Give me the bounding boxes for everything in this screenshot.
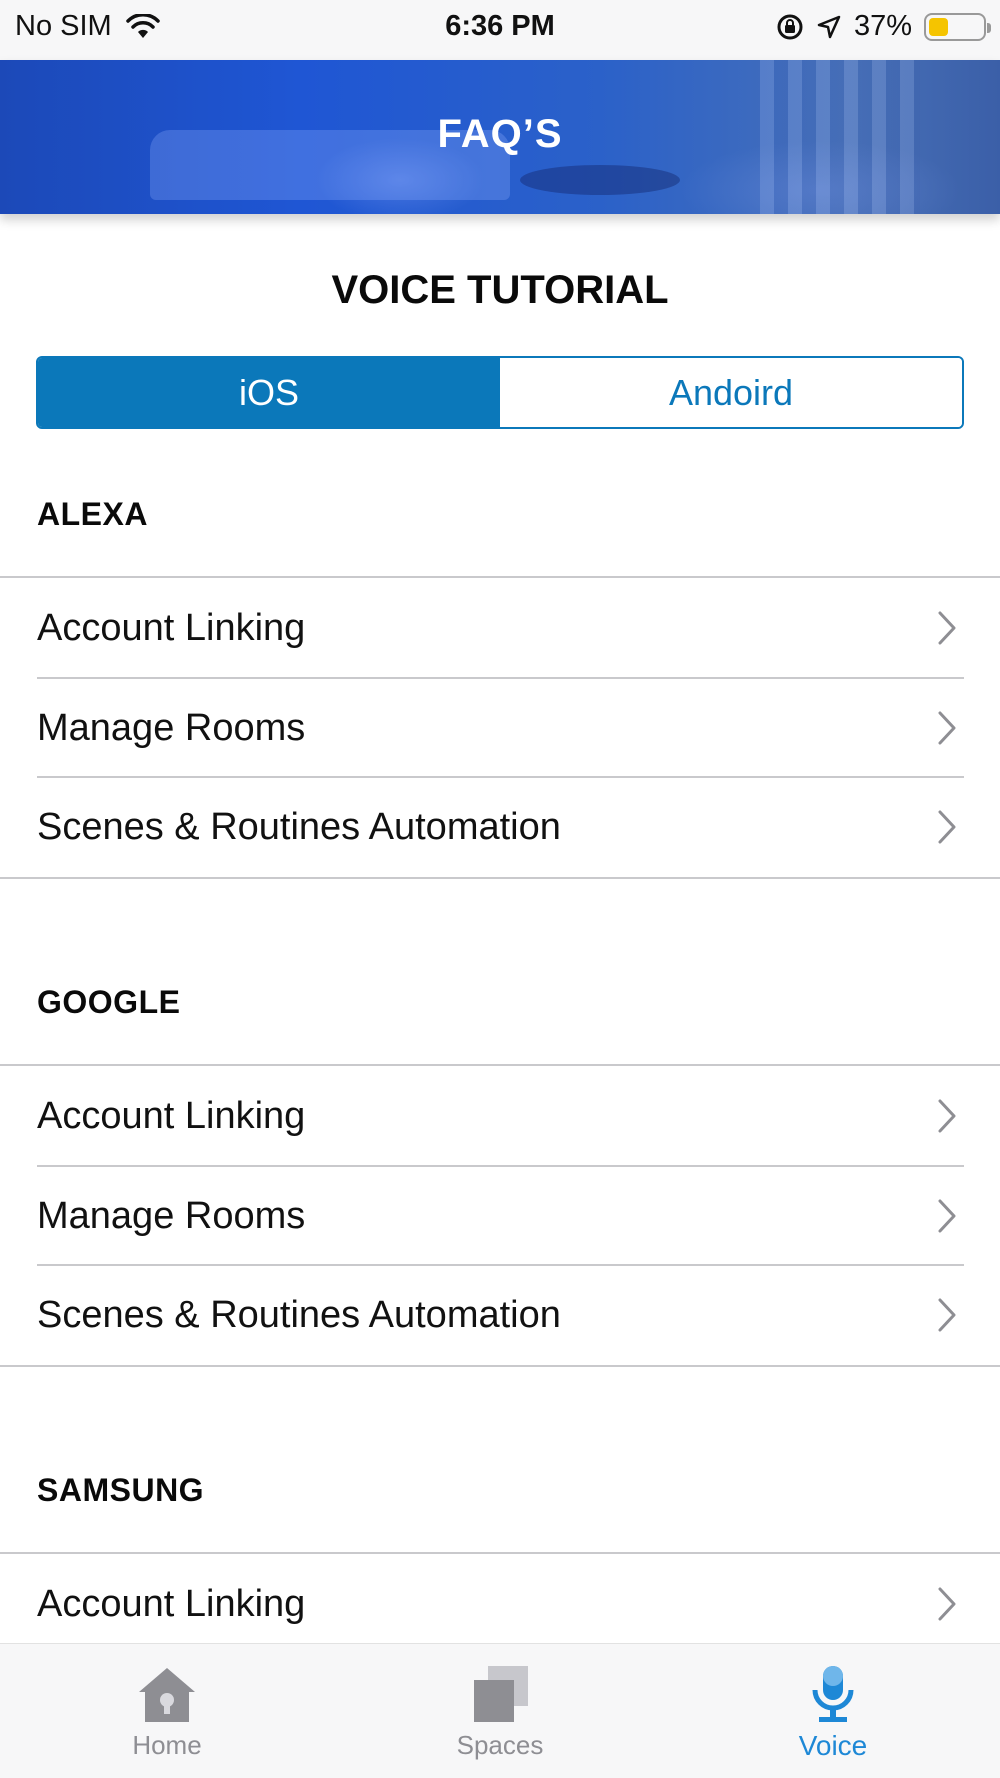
tab-label: Home: [132, 1730, 202, 1760]
battery-fill: [929, 17, 948, 36]
list-item-google-account-linking[interactable]: Account Linking: [37, 1067, 964, 1165]
list-item-label: Account Linking: [37, 606, 306, 649]
section-divider: [0, 576, 1000, 578]
section-title-alexa: ALEXA: [37, 496, 148, 532]
header-banner: FAQ’S: [0, 60, 1000, 214]
list-item-alexa-scenes-routines[interactable]: Scenes & Routines Automation: [37, 778, 964, 876]
tab-spaces[interactable]: Spaces: [400, 1644, 600, 1778]
list-item-alexa-manage-rooms[interactable]: Manage Rooms: [37, 679, 964, 777]
chevron-right-icon: [938, 1199, 956, 1233]
orientation-lock-icon: [777, 14, 803, 39]
segment-android[interactable]: Andoird: [500, 358, 962, 427]
header-title: FAQ’S: [437, 112, 563, 156]
chevron-right-icon: [938, 711, 956, 745]
segment-ios[interactable]: iOS: [38, 358, 500, 427]
section-divider: [0, 1365, 1000, 1367]
list-item-label: Account Linking: [37, 1582, 306, 1625]
list-item-google-scenes-routines[interactable]: Scenes & Routines Automation: [37, 1266, 964, 1364]
home-icon: [139, 1668, 195, 1722]
chevron-right-icon: [938, 810, 956, 844]
list-item-label: Scenes & Routines Automation: [37, 805, 561, 848]
battery-percent: 37%: [853, 10, 912, 42]
list-item-samsung-account-linking[interactable]: Account Linking: [37, 1555, 964, 1653]
microphone-icon: [812, 1666, 854, 1722]
section-title-samsung: SAMSUNG: [37, 1472, 205, 1508]
page-title: VOICE TUTORIAL: [331, 268, 669, 312]
banner-image-table: [520, 165, 680, 195]
status-right: 37%: [776, 10, 991, 43]
section-divider: [0, 1552, 1000, 1554]
list-item-label: Manage Rooms: [37, 706, 306, 749]
location-arrow-icon: [817, 15, 841, 38]
section-divider: [0, 1064, 1000, 1066]
tab-home[interactable]: Home: [67, 1644, 267, 1778]
status-bar: No SIM 6:36 PM 37%: [0, 0, 1000, 60]
list-item-alexa-account-linking[interactable]: Account Linking: [37, 579, 964, 677]
platform-segmented-control: iOS Andoird: [36, 356, 964, 429]
chevron-right-icon: [938, 611, 956, 645]
tab-voice[interactable]: Voice: [733, 1644, 933, 1778]
tab-label: Spaces: [456, 1730, 544, 1760]
chevron-right-icon: [938, 1298, 956, 1332]
list-item-label: Scenes & Routines Automation: [37, 1293, 561, 1336]
tab-bar: Home Spaces Voice: [0, 1643, 1000, 1778]
list-item-google-manage-rooms[interactable]: Manage Rooms: [37, 1167, 964, 1265]
list-item-label: Account Linking: [37, 1094, 306, 1137]
section-title-google: GOOGLE: [37, 984, 181, 1020]
tab-label: Voice: [798, 1730, 868, 1761]
section-divider: [0, 877, 1000, 879]
chevron-right-icon: [938, 1099, 956, 1133]
battery-icon: [924, 12, 991, 41]
chevron-right-icon: [938, 1587, 956, 1621]
spaces-icon: [474, 1666, 528, 1722]
list-item-label: Manage Rooms: [37, 1194, 306, 1237]
